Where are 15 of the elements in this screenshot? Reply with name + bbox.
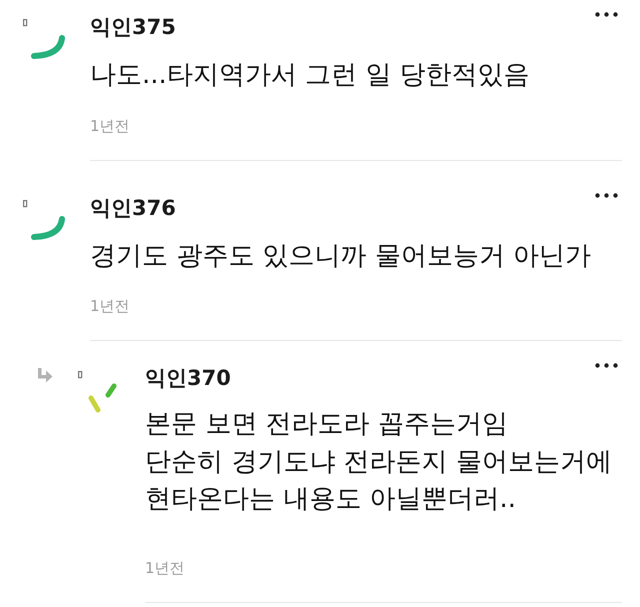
more-icon bbox=[595, 12, 618, 17]
comment-text: 경기도 광주도 있으니까 물어보능거 아닌가 bbox=[90, 240, 592, 272]
more-button[interactable] bbox=[595, 12, 618, 17]
more-button[interactable] bbox=[595, 363, 618, 368]
author-name: 익인375 bbox=[90, 15, 176, 39]
more-button[interactable] bbox=[595, 192, 618, 198]
more-icon bbox=[595, 363, 618, 368]
comment-time: 1년전 bbox=[145, 558, 185, 576]
comment-text: 나도...타지역가서 그런 일 당한적있음 bbox=[90, 59, 531, 92]
comment-text: 본문 보면 전라도라 꼽주는거임 단순히 경기도냐 전라돈지 물어보는거에 현타온다는 내용도 아닐뿐더러.. bbox=[145, 408, 613, 516]
comment-time: 1년전 bbox=[90, 297, 130, 315]
comment-time: 1년전 bbox=[90, 116, 130, 134]
author-name: 익인370 bbox=[145, 366, 231, 390]
author-name: 익인376 bbox=[90, 196, 176, 220]
more-icon bbox=[595, 192, 618, 198]
